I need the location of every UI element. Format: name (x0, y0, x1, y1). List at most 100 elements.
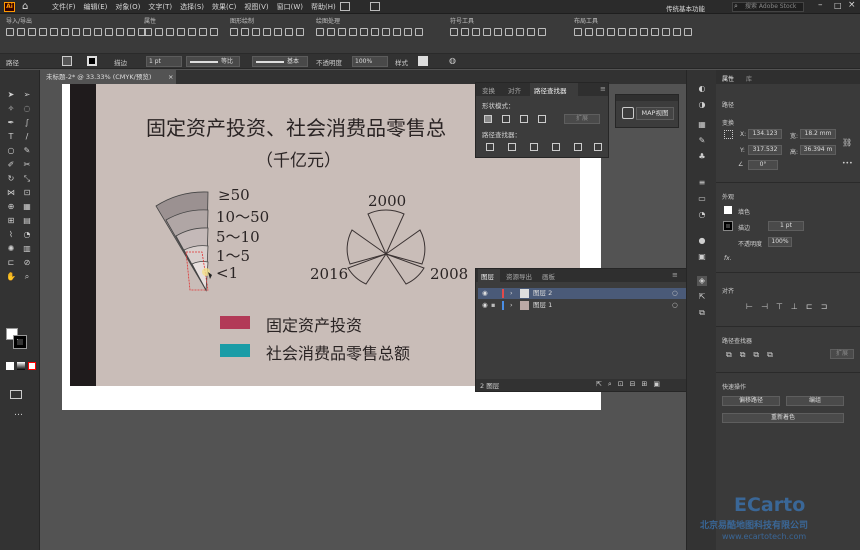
intersect-icon[interactable] (520, 115, 528, 123)
recolor-button[interactable]: 重新着色 (722, 413, 844, 423)
menu-effect[interactable]: 效果(C) (208, 2, 240, 12)
angle-input[interactable]: 0° (748, 160, 778, 170)
curvature-icon[interactable]: ∫ (22, 118, 32, 128)
arrange-icon[interactable] (340, 2, 350, 11)
layer-row-1[interactable]: ◉ ▪ › 图层 1 ○ (478, 300, 688, 311)
opacity-input[interactable]: 100% (352, 56, 388, 67)
expand-button[interactable]: 扩展 (564, 114, 600, 124)
target-circle-icon[interactable]: ○ (672, 300, 678, 311)
visibility-eye-icon[interactable]: ◉ (482, 288, 488, 299)
column-graph-icon[interactable]: ▥ (22, 244, 32, 254)
fx-button[interactable]: fx. (724, 255, 732, 262)
constrain-link-icon[interactable]: ⛓ (842, 138, 852, 147)
stroke-swatch[interactable] (87, 56, 97, 66)
asset-export-icon[interactable]: ⇱ (697, 292, 707, 302)
lock-icon[interactable]: ▪ (491, 300, 495, 311)
paintbrush-icon[interactable]: ✎ (22, 146, 32, 156)
align-buttons-icons[interactable]: ⊢⊣⊤⊥⊏⊐ (746, 302, 835, 311)
crop-icon[interactable] (552, 143, 560, 151)
layers-icon[interactable]: ◈ (697, 276, 707, 286)
scale-tool-icon[interactable]: ⤡ (22, 174, 32, 184)
type-tool-icon[interactable]: T (6, 132, 16, 142)
graphic-styles-icon[interactable]: ▣ (697, 252, 707, 262)
minimize-icon[interactable]: – (818, 0, 823, 10)
expand-arrow-icon[interactable]: › (510, 300, 513, 311)
width-tool-icon[interactable]: ⋈ (6, 188, 16, 198)
symbols-icon[interactable]: ♣ (697, 152, 707, 162)
stroke-color-icon[interactable] (13, 335, 27, 349)
screen-mode-icon[interactable] (10, 390, 22, 399)
brushes-icon[interactable]: ✎ (697, 136, 707, 146)
menu-help[interactable]: 帮助(H) (307, 2, 340, 12)
unite-icon[interactable] (484, 115, 492, 123)
rotate-tool-icon[interactable]: ↻ (6, 174, 16, 184)
scissors-icon[interactable]: ✂ (22, 160, 32, 170)
none-mode-icon[interactable] (28, 362, 36, 370)
magic-wand-icon[interactable]: ✧ (6, 104, 16, 114)
stock-search-input[interactable]: 搜索 Adobe Stock (732, 2, 804, 12)
trim-icon[interactable] (508, 143, 516, 151)
ellipse-tool-icon[interactable]: ○ (6, 146, 16, 156)
mesh-tool-icon[interactable]: ⊞ (6, 216, 16, 226)
gradient-tool-icon[interactable]: ▤ (22, 216, 32, 226)
selection-tool-icon[interactable]: ➤ (6, 90, 16, 100)
stroke-panel-icon[interactable]: ≡ (697, 178, 707, 188)
fill-swatch[interactable] (62, 56, 72, 66)
stroke-swatch-small[interactable] (723, 221, 733, 231)
expand-button[interactable]: 扩展 (830, 349, 854, 359)
menu-window[interactable]: 窗口(W) (273, 2, 307, 12)
menu-view[interactable]: 视图(V) (240, 2, 272, 12)
offset-path-button[interactable]: 偏移路径 (722, 396, 780, 406)
swatches-icon[interactable]: ▦ (697, 120, 707, 130)
layer-name[interactable]: 图层 2 (533, 288, 552, 299)
gradient-panel-icon[interactable]: ▭ (697, 194, 707, 204)
eyedropper-icon[interactable]: ⌇ (6, 230, 16, 240)
brush-dropdown[interactable]: 基本 (252, 56, 308, 67)
blend-tool-icon[interactable]: ◔ (22, 230, 32, 240)
tab-transform[interactable]: 变换 (482, 85, 495, 95)
tab-pathfinder[interactable]: 路径查找器 (534, 85, 567, 95)
gradient-mode-icon[interactable] (17, 362, 25, 370)
tab-properties[interactable]: 属性 (722, 74, 734, 83)
tab-libraries[interactable]: 库 (746, 74, 752, 83)
group-button[interactable]: 编组 (786, 396, 844, 406)
layer-row-2[interactable]: ◉ › 图层 2 ○ (478, 288, 688, 299)
opacity-input[interactable]: 100% (768, 237, 792, 247)
transparency-icon[interactable]: ◔ (697, 210, 707, 220)
zoom-tool-icon[interactable]: ⌕ (22, 272, 32, 282)
more-tools-icon[interactable]: … (14, 408, 23, 418)
reference-point-icon[interactable] (724, 130, 733, 139)
artboard-tool-icon[interactable]: ⊏ (6, 258, 16, 268)
maximize-icon[interactable]: □ (834, 1, 842, 10)
close-tab-icon[interactable]: × (168, 70, 173, 84)
appearance-icon[interactable]: ● (697, 236, 707, 246)
color-mode-icon[interactable] (6, 362, 14, 370)
pathfinder-buttons-icons[interactable]: ⧉⧉⧉⧉ (726, 350, 781, 360)
document-tab[interactable]: 未标题-2* @ 33.33% (CMYK/预览) × (40, 70, 176, 84)
menu-file[interactable]: 文件(F) (48, 2, 80, 12)
tab-layers[interactable]: 图层 (481, 271, 494, 281)
globe-icon[interactable]: ◍ (449, 56, 456, 65)
minus-front-icon[interactable] (502, 115, 510, 123)
exclude-icon[interactable] (538, 115, 546, 123)
perspective-grid-icon[interactable]: ▦ (22, 202, 32, 212)
visibility-eye-icon[interactable]: ◉ (482, 300, 488, 311)
panel-menu-icon[interactable]: ≡ (672, 271, 678, 279)
fill-swatch-small[interactable] (724, 206, 732, 214)
lasso-icon[interactable]: ◌ (22, 104, 32, 114)
menu-select[interactable]: 选择(S) (176, 2, 208, 12)
workspace-switcher[interactable]: 传统基本功能 (666, 3, 705, 13)
more-options-icon[interactable]: ••• (842, 160, 853, 167)
map-view-button[interactable]: MAP视图 (636, 107, 674, 120)
y-input[interactable]: 317.532 (748, 145, 782, 155)
close-icon[interactable]: × (848, 0, 856, 10)
height-input[interactable]: 36.394 m (800, 145, 836, 155)
style-swatch[interactable] (418, 56, 428, 66)
direct-selection-icon[interactable]: ➢ (22, 90, 32, 100)
minus-back-icon[interactable] (594, 143, 602, 151)
layer-name[interactable]: 图层 1 (533, 300, 552, 311)
menu-edit[interactable]: 编辑(E) (80, 2, 112, 12)
layer-actions-icons[interactable]: ⇱⌕⊡⊟⊞▣ (596, 380, 666, 389)
panel-menu-icon[interactable]: ≡ (600, 85, 606, 93)
x-input[interactable]: 134.123 (748, 129, 782, 139)
